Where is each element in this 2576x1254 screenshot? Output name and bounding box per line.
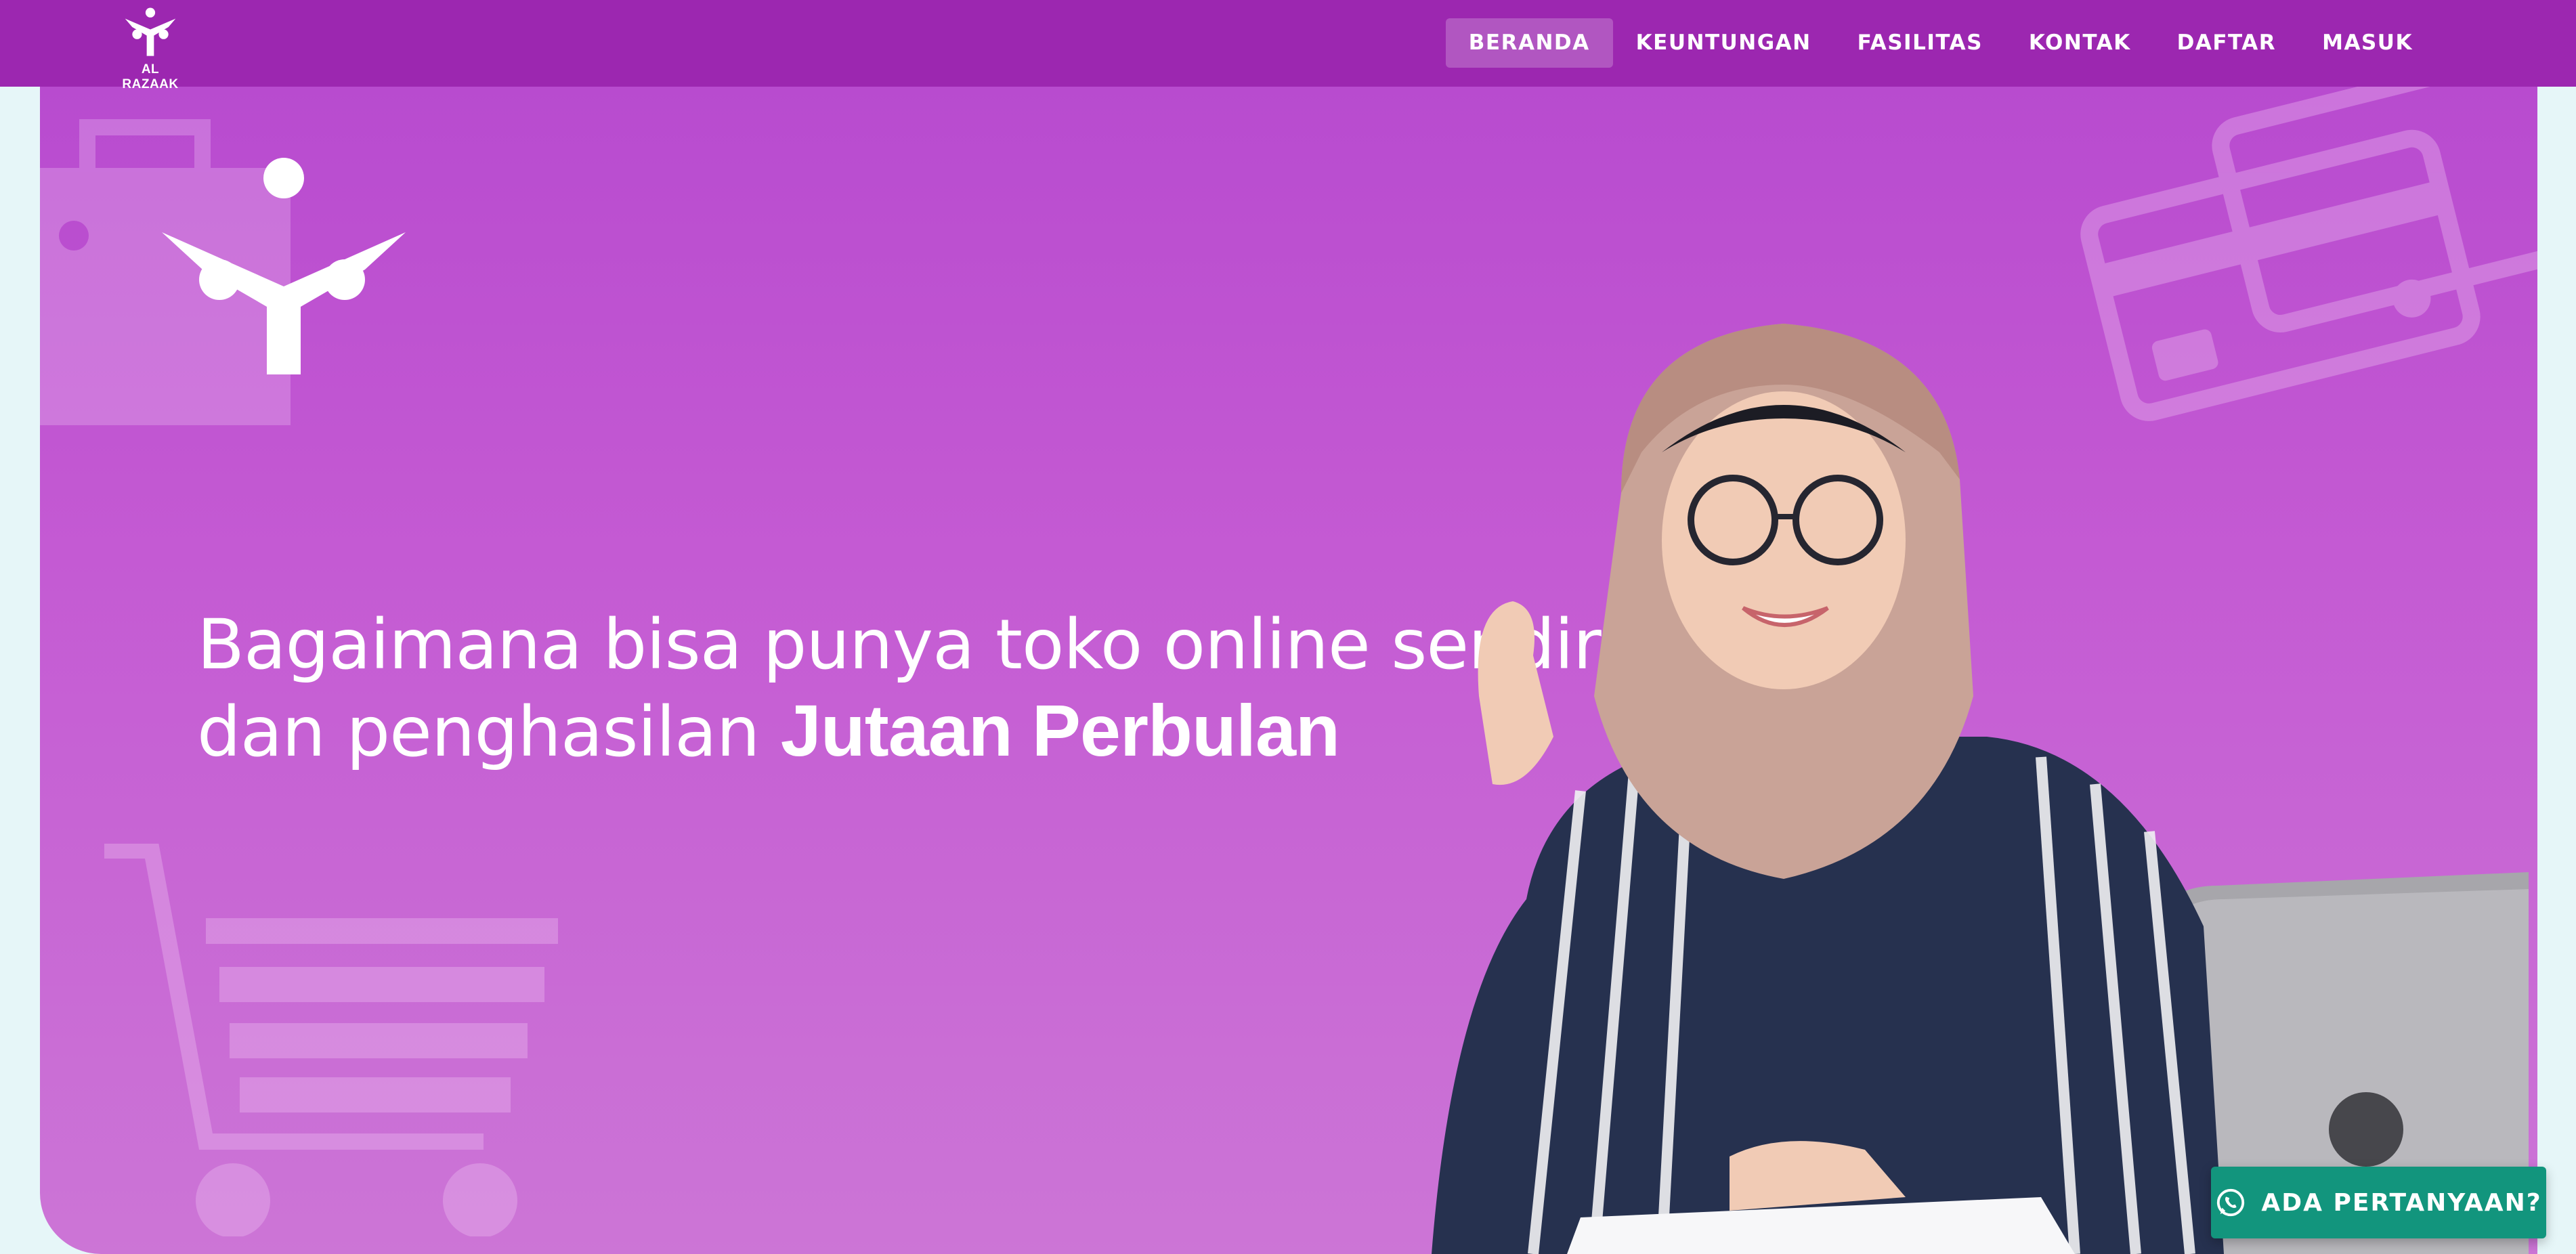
nav-item-masuk[interactable]: MASUK bbox=[2299, 18, 2436, 68]
hero-banner: Bagaimana bisa punya toko online sendiri… bbox=[40, 87, 2537, 1254]
whatsapp-question-button[interactable]: ADA PERTANYAAN? bbox=[2211, 1167, 2546, 1238]
whatsapp-icon bbox=[2217, 1188, 2245, 1217]
nav-item-daftar[interactable]: DAFTAR bbox=[2154, 18, 2300, 68]
main-nav: BERANDA KEUNTUNGAN FASILITAS KONTAK DAFT… bbox=[1445, 18, 2436, 68]
nav-item-kontak[interactable]: KONTAK bbox=[2006, 18, 2154, 68]
headline-highlight: Jutaan Perbulan bbox=[780, 689, 1340, 771]
top-navbar: AL RAZAAK BERANDA KEUNTUNGAN FASILITAS K… bbox=[0, 0, 2576, 91]
brand-logo-icon bbox=[125, 7, 176, 56]
brand-logo-icon bbox=[162, 158, 406, 374]
brand-logo[interactable]: AL RAZAAK bbox=[115, 5, 186, 91]
whatsapp-button-label: ADA PERTANYAAN? bbox=[2261, 1188, 2542, 1217]
brand-name: AL RAZAAK bbox=[122, 62, 179, 91]
shopping-cart-icon bbox=[104, 844, 558, 1236]
hero-person-image bbox=[1432, 324, 2529, 1254]
headline-line-2-prefix: dan penghasilan bbox=[197, 692, 781, 773]
nav-item-fasilitas[interactable]: FASILITAS bbox=[1834, 18, 2006, 68]
nav-item-keuntungan[interactable]: KEUNTUNGAN bbox=[1613, 18, 1834, 68]
nav-item-beranda[interactable]: BERANDA bbox=[1445, 18, 1613, 68]
